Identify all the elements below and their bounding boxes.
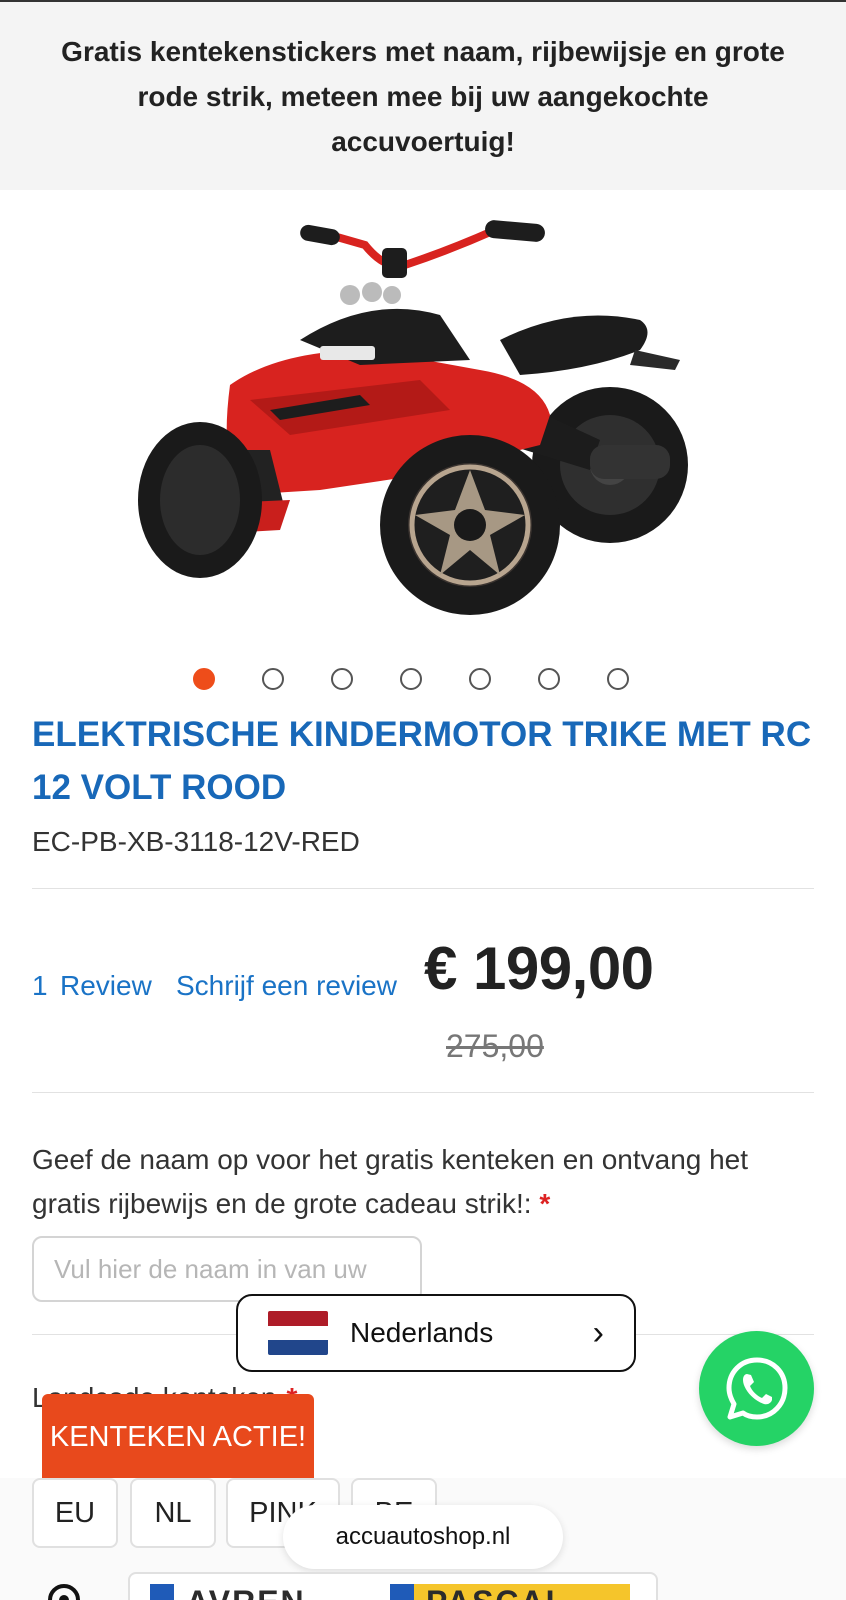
product-sku: EC-PB-XB-3118-12V-RED	[32, 826, 360, 857]
carousel-dot[interactable]	[262, 668, 284, 690]
promo-banner: Gratis kentekenstickers met naam, rijbew…	[0, 0, 846, 190]
product-title: ELEKTRISCHE KINDERMOTOR TRIKE MET RC 12 …	[32, 715, 812, 807]
eu-strip	[150, 1584, 174, 1600]
option-label: EU	[54, 1496, 96, 1529]
carousel-dot[interactable]	[400, 668, 422, 690]
option-label: NL	[154, 1496, 192, 1529]
eu-strip	[390, 1584, 414, 1600]
whatsapp-icon	[726, 1357, 787, 1419]
whatsapp-button[interactable]	[699, 1331, 814, 1446]
browser-url-chip[interactable]: accuautoshop.nl	[283, 1505, 563, 1569]
plate-left: AVREN	[150, 1584, 390, 1600]
carousel-dot[interactable]	[538, 668, 560, 690]
current-price: € 199,00	[424, 935, 654, 1002]
plate-promo-button[interactable]: KENTEKEN ACTIE!	[42, 1394, 314, 1480]
carousel-dot[interactable]	[331, 668, 353, 690]
plate-left-text: AVREN	[186, 1584, 306, 1600]
location-pin-icon	[48, 1584, 80, 1600]
promo-text: Gratis kentekenstickers met naam, rijbew…	[61, 35, 785, 157]
review-count-link[interactable]: 1	[32, 970, 48, 1002]
divider	[32, 888, 814, 889]
carousel-dot[interactable]	[469, 668, 491, 690]
old-price: 275,00	[446, 1028, 544, 1064]
divider	[32, 1092, 814, 1093]
plate-promo-label: KENTEKEN ACTIE!	[49, 1420, 307, 1453]
language-label: Nederlands	[350, 1317, 494, 1348]
language-selector[interactable]: Nederlands ›	[236, 1294, 636, 1372]
name-field-label-text: Geef de naam op voor het gratis kenteken…	[32, 1144, 749, 1219]
plate-right-text: PASCAL	[426, 1584, 567, 1600]
plate-name-input[interactable]	[32, 1236, 422, 1302]
plate-right: PASCAL	[390, 1584, 630, 1600]
plate-option-eu[interactable]: EU	[32, 1478, 118, 1548]
carousel-dot[interactable]	[607, 668, 629, 690]
plate-preview: AVREN PASCAL	[128, 1572, 658, 1600]
required-mark: *	[539, 1188, 551, 1219]
product-image[interactable]	[120, 210, 720, 650]
write-review-link[interactable]: Schrijf een review	[176, 970, 397, 1002]
browser-domain: accuautoshop.nl	[335, 1523, 511, 1550]
plate-option-nl[interactable]: NL	[130, 1478, 216, 1548]
carousel-dot[interactable]	[193, 668, 215, 690]
image-carousel-dots	[0, 668, 846, 692]
netherlands-flag-icon	[268, 1311, 328, 1355]
chevron-right-icon: ›	[592, 1313, 604, 1352]
review-link[interactable]: Review	[60, 970, 152, 1002]
name-field-label: Geef de naam op voor het gratis kenteken…	[32, 1138, 822, 1226]
